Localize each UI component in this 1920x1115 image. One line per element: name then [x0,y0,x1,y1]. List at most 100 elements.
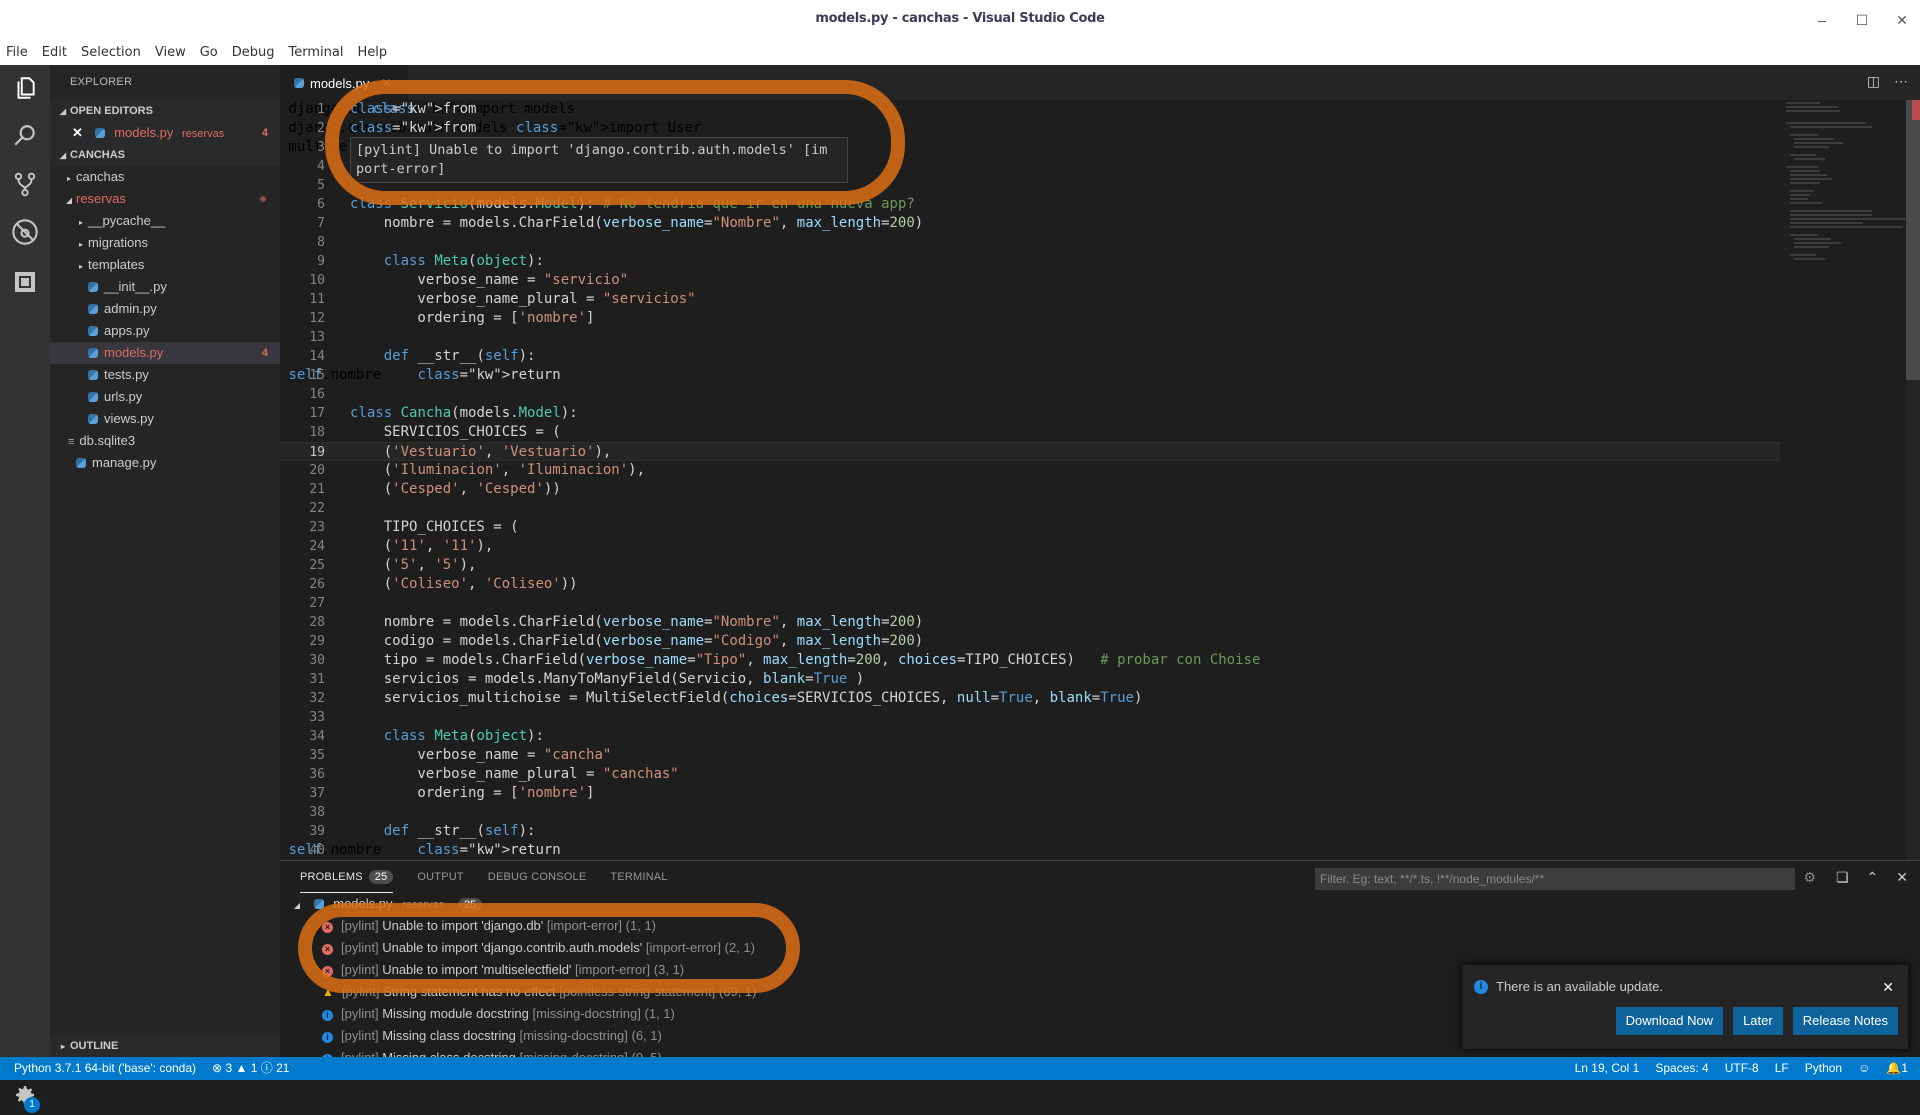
tab-terminal[interactable]: TERMINAL [610,861,667,893]
menu-go[interactable]: Go [200,45,218,60]
collapse-all-icon[interactable]: ❏ [1836,869,1849,886]
menu-terminal[interactable]: Terminal [289,45,344,60]
extensions-icon[interactable] [0,259,50,305]
code-line[interactable]: 32 servicios_multichoise = MultiSelectFi… [280,689,1780,708]
download-now-button[interactable]: Download Now [1615,1007,1724,1035]
maximize-icon[interactable]: ☐ [1850,8,1874,32]
code-line[interactable]: 40 class="kw">return self.nombre [280,841,1780,860]
tab-output[interactable]: OUTPUT [417,861,463,893]
code-line[interactable]: 16 [280,385,1780,404]
tree-item[interactable]: manage.py [50,452,280,474]
code-line[interactable]: 14 def __str__(self): [280,347,1780,366]
code-line[interactable]: 15 class="kw">return self.nombre [280,366,1780,385]
tab-debug-console[interactable]: DEBUG CONSOLE [488,861,587,893]
tab-problems[interactable]: PROBLEMS 25 [300,861,394,893]
close-notification-icon[interactable]: ✕ [1882,979,1894,996]
feedback-smiley-icon[interactable]: ☺ [1858,1057,1870,1080]
notifications-bell[interactable]: 🔔1 [1886,1057,1908,1080]
menu-selection[interactable]: Selection [81,45,141,60]
code-line[interactable]: 8 [280,233,1780,252]
maximize-panel-icon[interactable]: ⌃ [1867,869,1879,886]
code-line[interactable]: 39 def __str__(self): [280,822,1780,841]
code-line[interactable]: 25 ('5', '5'), [280,556,1780,575]
tree-item[interactable]: ◢ reservas [50,188,280,210]
code-line[interactable]: 31 servicios = models.ManyToManyField(Se… [280,670,1780,689]
code-line[interactable]: 11 verbose_name_plural = "servicios" [280,290,1780,309]
menu-debug[interactable]: Debug [232,45,275,60]
tree-item[interactable]: views.py [50,408,280,430]
code-line[interactable]: 9 class Meta(object): [280,252,1780,271]
problems-filter-input[interactable]: Filter. Eg: text, **/*.ts, !**/node_modu… [1315,868,1795,890]
tree-item[interactable]: ▸ __pycache__ [50,210,280,232]
close-window-icon[interactable]: ✕ [1890,8,1914,32]
code-line[interactable]: 30 tipo = models.CharField(verbose_name=… [280,651,1780,670]
indentation[interactable]: Spaces: 4 [1655,1057,1708,1080]
explorer-icon[interactable] [0,65,50,111]
code-line[interactable]: 18 SERVICIOS_CHOICES = ( [280,423,1780,442]
problems-summary[interactable]: ⊗ 3 ▲ 1 ⓘ 21 [212,1057,289,1080]
split-editor-icon[interactable]: ◫ [1867,73,1880,90]
source-control-icon[interactable] [0,161,50,207]
settings-gear-icon[interactable]: 1 [0,1075,50,1115]
code-line[interactable]: 23 TIPO_CHOICES = ( [280,518,1780,537]
code-line[interactable]: 17 class Cancha(models.Model): [280,404,1780,423]
menu-help[interactable]: Help [357,45,387,60]
code-line[interactable]: 1 class="kw">from django.db class="kw">im… [280,100,1780,119]
minimap[interactable] [1786,100,1910,320]
code-line[interactable]: 19 ('Vestuario', 'Vestuario'), [280,442,1780,461]
code-line[interactable]: 24 ('11', '11'), [280,537,1780,556]
code-line[interactable]: 37 ordering = ['nombre'] [280,784,1780,803]
tree-item[interactable]: urls.py [50,386,280,408]
code-line[interactable]: 35 verbose_name = "cancha" [280,746,1780,765]
code-line[interactable]: 7 nombre = models.CharField(verbose_name… [280,214,1780,233]
more-actions-icon[interactable]: ⋯ [1894,73,1908,90]
code-line[interactable]: 20 ('Iluminacion', 'Iluminacion'), [280,461,1780,480]
later-button[interactable]: Later [1733,1007,1783,1035]
code-view[interactable]: 1 class="kw">from django.db class="kw">im… [280,100,1780,860]
tree-item[interactable]: __init__.py [50,276,280,298]
minimize-icon[interactable]: – [1810,8,1834,32]
cursor-position[interactable]: Ln 19, Col 1 [1575,1057,1640,1080]
code-line[interactable]: 33 [280,708,1780,727]
code-line[interactable]: 38 [280,803,1780,822]
code-line[interactable]: 22 [280,499,1780,518]
code-line[interactable]: 6 class Servicio(models.Model): # No tend… [280,195,1780,214]
encoding[interactable]: UTF-8 [1725,1057,1759,1080]
filter-settings-icon[interactable]: ⚙ [1803,869,1816,886]
scrollbar-thumb[interactable] [1906,100,1920,380]
code-line[interactable]: 12 ordering = ['nombre'] [280,309,1780,328]
tree-item[interactable]: tests.py [50,364,280,386]
code-line[interactable]: 13 [280,328,1780,347]
code-line[interactable]: 29 codigo = models.CharField(verbose_nam… [280,632,1780,651]
problem-item[interactable]: × [pylint] Unable to import 'django.contr… [280,937,1920,959]
close-panel-icon[interactable]: ✕ [1896,869,1908,886]
menu-file[interactable]: File [6,45,28,60]
code-line[interactable]: 26 ('Coliseo', 'Coliseo')) [280,575,1780,594]
search-icon[interactable] [0,113,50,159]
tree-item[interactable]: ▸ canchas [50,166,280,188]
problems-file-row[interactable]: ◢ models.py reservas 25 [280,893,1920,915]
release-notes-button[interactable]: Release Notes [1792,1007,1898,1035]
language-mode[interactable]: Python [1805,1057,1842,1080]
code-line[interactable]: 34 class Meta(object): [280,727,1780,746]
open-editor-item[interactable]: ✕ models.py reservas 4 [50,122,280,144]
project-header[interactable]: ◢ CANCHAS [50,144,280,166]
close-tab-icon[interactable]: ✕ [381,76,391,90]
menu-view[interactable]: View [155,45,186,60]
tree-item[interactable]: ▸ migrations [50,232,280,254]
outline-header[interactable]: ▸ OUTLINE [50,1035,280,1057]
tab-models-py[interactable]: models.py ✕ [280,65,408,100]
code-line[interactable]: 10 verbose_name = "servicio" [280,271,1780,290]
python-interpreter[interactable]: Python 3.7.1 64-bit ('base': conda) [14,1057,196,1080]
tree-item[interactable]: models.py 4 [50,342,280,364]
debug-icon[interactable] [0,209,50,255]
tree-item[interactable]: ≡ db.sqlite3 [50,430,280,452]
line-ending[interactable]: LF [1775,1057,1789,1080]
code-line[interactable]: 36 verbose_name_plural = "canchas" [280,765,1780,784]
tree-item[interactable]: ▸ templates [50,254,280,276]
code-line[interactable]: 21 ('Cesped', 'Cesped')) [280,480,1780,499]
problem-item[interactable]: × [pylint] Unable to import 'django.db' [… [280,915,1920,937]
tree-item[interactable]: admin.py [50,298,280,320]
menu-edit[interactable]: Edit [42,45,67,60]
close-editor-icon[interactable]: ✕ [72,125,83,140]
